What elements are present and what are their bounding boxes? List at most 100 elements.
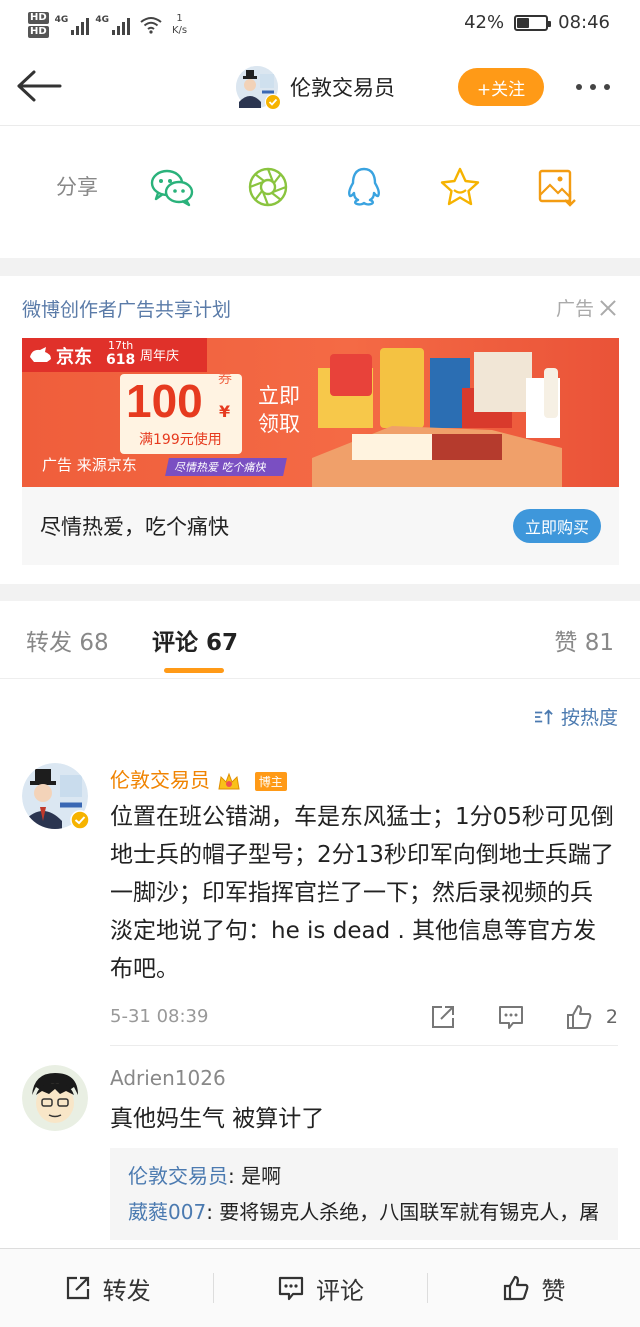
section-gap bbox=[0, 584, 640, 601]
coupon-currency: ¥ bbox=[219, 402, 231, 421]
repost-icon[interactable] bbox=[428, 1002, 458, 1032]
reply-username[interactable]: 伦敦交易员 bbox=[128, 1164, 228, 1188]
back-arrow-icon[interactable] bbox=[14, 66, 64, 106]
claim-text-2: 领取 bbox=[258, 412, 300, 436]
anniversary-label: 周年庆 bbox=[140, 349, 180, 364]
ad-slogan: 尽情热爱，吃个痛快 bbox=[40, 515, 229, 539]
battery-icon bbox=[514, 14, 552, 31]
tab-like-label: 赞 bbox=[554, 630, 578, 656]
speed-value: 1 bbox=[176, 13, 183, 24]
tab-repost[interactable]: 转发 68 bbox=[26, 623, 109, 657]
top-nav-bar: 伦敦交易员 +关注 bbox=[0, 48, 640, 126]
comment-username-text: 伦敦交易员 bbox=[110, 768, 210, 792]
nav-user[interactable]: 伦敦交易员 bbox=[236, 66, 395, 110]
reply-line: 葳蕤007: 要将锡克人杀绝，八国联军就有锡克人，屠杀藏族人也是锡克人 bbox=[128, 1194, 600, 1230]
coupon-corner: 券 bbox=[218, 371, 232, 387]
ad-footer: 尽情热爱，吃个痛快 立即购买 bbox=[22, 487, 619, 565]
comment-button[interactable]: 评论 bbox=[213, 1249, 426, 1327]
network-type-2: 4G bbox=[95, 15, 109, 25]
reply-preview[interactable]: 伦敦交易员: 是啊 葳蕤007: 要将锡克人杀绝，八国联军就有锡克人，屠杀藏族人… bbox=[110, 1148, 618, 1240]
signal-icon: 4G bbox=[55, 15, 90, 35]
product-pile-image bbox=[312, 348, 562, 487]
close-icon[interactable] bbox=[600, 300, 616, 316]
anniversary-number: 618 bbox=[106, 352, 136, 368]
save-image-icon[interactable] bbox=[532, 163, 580, 211]
reply-username[interactable]: 葳蕤007 bbox=[128, 1200, 206, 1224]
comment-avatar[interactable] bbox=[22, 1065, 88, 1131]
comment-like-count: 2 bbox=[605, 1006, 618, 1028]
section-gap bbox=[0, 258, 640, 276]
verified-badge-icon bbox=[265, 94, 281, 110]
brand-name: 京东 bbox=[56, 347, 92, 368]
repost-label: 转发 bbox=[102, 1276, 151, 1305]
like-thumb-icon bbox=[504, 1275, 529, 1301]
hd1-indicator: HD bbox=[28, 12, 49, 24]
claim-text-1: 立即 bbox=[258, 384, 300, 408]
wechat-icon[interactable] bbox=[148, 163, 196, 211]
status-bar: HD HD 4G 4G 1 K/s 42% 08:46 bbox=[0, 0, 640, 48]
ad-source-label: 广告 来源京东 bbox=[42, 456, 137, 474]
sort-icon bbox=[534, 708, 553, 724]
bottom-action-bar: 转发 评论 赞 bbox=[0, 1248, 640, 1327]
ad-program-title[interactable]: 微博创作者广告共享计划 bbox=[22, 295, 231, 322]
repost-button[interactable]: 转发 bbox=[0, 1249, 213, 1327]
repost-icon bbox=[66, 1276, 89, 1300]
comment-text: 真他妈生气 被算计了 bbox=[110, 1106, 325, 1132]
share-label: 分享 bbox=[56, 175, 98, 199]
like-button[interactable]: 赞 bbox=[426, 1249, 640, 1327]
clock: 08:46 bbox=[558, 12, 610, 33]
battery-fill bbox=[517, 17, 529, 28]
tab-repost-count: 68 bbox=[79, 630, 109, 656]
blogger-badge: 博主 bbox=[254, 772, 287, 791]
favorite-star-icon[interactable] bbox=[436, 163, 484, 211]
coupon-condition: 满199元使用 bbox=[139, 432, 222, 448]
network-speed: 1 K/s bbox=[172, 13, 187, 37]
tab-comment[interactable]: 评论 67 bbox=[152, 623, 238, 657]
sort-toggle[interactable]: 按热度 bbox=[533, 703, 618, 730]
avatar-image bbox=[22, 1065, 88, 1131]
follow-button[interactable]: +关注 bbox=[458, 68, 544, 106]
battery-percent: 42% bbox=[464, 12, 505, 33]
ad-card: 微博创作者广告共享计划 广告 京东 17th 618 周年庆 券 100 ¥ 满… bbox=[0, 276, 640, 584]
status-right: 42% 08:46 bbox=[464, 12, 610, 33]
reply-text: 要将锡克人杀绝，八国联军就有锡克人，屠杀藏族人也是锡克人 bbox=[219, 1200, 600, 1224]
comment-username[interactable]: Adrien1026 bbox=[110, 1066, 226, 1090]
comment-icon bbox=[278, 1276, 304, 1301]
like-thumb-icon[interactable] bbox=[564, 1002, 594, 1032]
tab-like-count: 81 bbox=[584, 630, 614, 656]
comment-actions: 2 bbox=[428, 1002, 618, 1032]
jd-dog-logo-icon bbox=[30, 347, 51, 362]
buy-now-button[interactable]: 立即购买 bbox=[513, 509, 601, 543]
nav-username[interactable]: 伦敦交易员 bbox=[290, 72, 395, 102]
comment-time: 5-31 08:39 bbox=[110, 1006, 209, 1027]
anniversary-top: 17th bbox=[108, 339, 134, 352]
signal-icon-2: 4G bbox=[95, 15, 130, 35]
reply-icon[interactable] bbox=[496, 1002, 526, 1032]
comment-text: 位置在班公错湖，车是东风猛士；1分05秒可见倒地士兵的帽子型号；2分13秒印军向… bbox=[110, 804, 614, 982]
sort-label: 按热度 bbox=[560, 707, 618, 729]
ad-tag: 广告 bbox=[556, 294, 616, 321]
more-options-icon[interactable] bbox=[576, 78, 626, 96]
like-label: 赞 bbox=[541, 1276, 566, 1305]
status-left: HD HD 4G 4G 1 K/s bbox=[28, 8, 187, 42]
qq-icon[interactable] bbox=[340, 163, 388, 211]
moments-icon[interactable] bbox=[244, 163, 292, 211]
comment-label: 评论 bbox=[315, 1276, 364, 1305]
speed-unit: K/s bbox=[171, 25, 188, 36]
ad-banner-image[interactable]: 京东 17th 618 周年庆 券 100 ¥ 满199元使用 立即 领取 广告… bbox=[22, 338, 619, 487]
reply-text: 是啊 bbox=[241, 1164, 282, 1188]
comment-username[interactable]: 伦敦交易员 博主 bbox=[110, 764, 287, 794]
tab-repost-label: 转发 bbox=[26, 630, 72, 656]
interaction-tabs: 转发 68 评论 67 赞 81 bbox=[0, 601, 640, 679]
coupon-amount: 100 bbox=[126, 375, 203, 427]
wifi-icon bbox=[140, 17, 162, 34]
share-panel: 分享 bbox=[0, 127, 640, 257]
crown-icon bbox=[218, 772, 240, 789]
hd2-indicator: HD bbox=[28, 26, 49, 38]
ad-label: 广告 bbox=[555, 298, 594, 320]
tab-like[interactable]: 赞 81 bbox=[554, 623, 614, 657]
reply-line: 伦敦交易员: 是啊 bbox=[128, 1164, 282, 1188]
comment-divider bbox=[110, 1045, 618, 1046]
avatar[interactable] bbox=[236, 66, 281, 110]
tab-comment-count: 67 bbox=[206, 630, 239, 656]
